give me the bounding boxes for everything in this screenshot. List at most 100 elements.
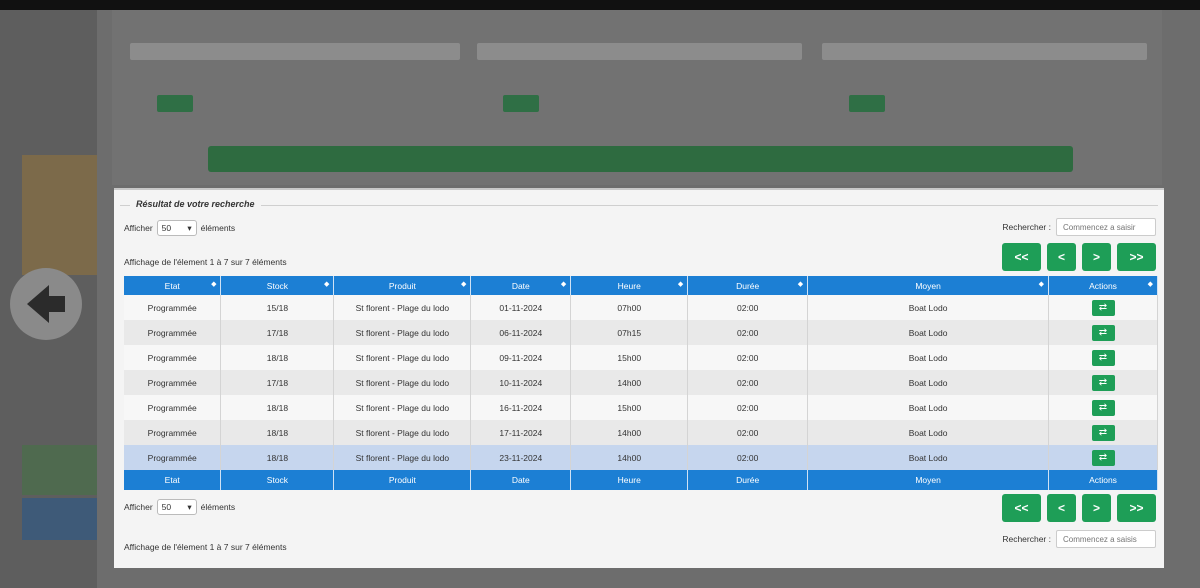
length-suffix: éléments	[200, 223, 236, 233]
column-header-duree[interactable]: Durée ◆	[687, 276, 809, 295]
table-info: Affichage de l'élement 1 à 7 sur 7 éléme…	[124, 257, 287, 267]
last-page-button[interactable]: >>	[1117, 494, 1156, 522]
column-footer-duree: Durée	[687, 470, 809, 490]
cell-actions: ⇄	[1048, 395, 1158, 420]
sort-icon: ◆	[677, 281, 684, 288]
cell-heure: 14h00	[570, 370, 689, 395]
page-length-select[interactable]: 50 ▾	[156, 499, 197, 515]
search-input[interactable]	[1056, 218, 1156, 236]
cell-etat: Programmée	[124, 395, 222, 420]
sort-icon: ◆	[1038, 281, 1044, 288]
cell-heure: 15h00	[570, 395, 689, 420]
search-label: Rechercher :	[1002, 534, 1051, 544]
next-page-button[interactable]: >	[1082, 494, 1111, 522]
cell-moyen: Boat Lodo	[807, 445, 1049, 470]
cell-etat: Programmée	[124, 420, 222, 445]
cell-actions: ⇄	[1048, 370, 1158, 395]
background-sidebar-panel	[22, 155, 97, 275]
cell-stock: 17/18	[220, 370, 335, 395]
column-header-stock[interactable]: Stock ◆	[220, 276, 335, 295]
column-footer-stock: Stock	[220, 470, 335, 490]
last-page-button[interactable]: >>	[1117, 243, 1156, 271]
background-field	[477, 43, 802, 60]
cell-produit: St florent - Plage du lodo	[333, 370, 472, 395]
back-button[interactable]	[10, 268, 82, 340]
page-length-value: 50	[161, 223, 172, 233]
column-footer-actions: Actions	[1048, 470, 1158, 490]
length-label: Afficher	[124, 223, 153, 233]
prev-page-button[interactable]: <	[1047, 243, 1076, 271]
table-row[interactable]: Programmée 18/18 St florent - Plage du l…	[124, 345, 1158, 370]
cell-etat: Programmée	[124, 345, 222, 370]
transfer-icon[interactable]: ⇄	[1091, 399, 1115, 416]
first-page-button[interactable]: <<	[1002, 494, 1041, 522]
table-row[interactable]: Programmée 17/18 St florent - Plage du l…	[124, 320, 1158, 345]
sort-icon: ◆	[797, 281, 804, 288]
table-row[interactable]: Programmée 15/18 St florent - Plage du l…	[124, 295, 1158, 320]
chevron-down-icon: ▾	[187, 501, 192, 512]
cell-stock: 18/18	[220, 395, 335, 420]
column-header-produit[interactable]: Produit ◆	[333, 276, 472, 295]
transfer-icon[interactable]: ⇄	[1091, 449, 1115, 466]
cell-actions: ⇄	[1048, 320, 1158, 345]
prev-page-button[interactable]: <	[1047, 494, 1076, 522]
cell-duree: 02:00	[687, 295, 809, 320]
cell-date: 06-11-2024	[470, 320, 572, 345]
table-row-selected[interactable]: Programmée 18/18 St florent - Plage du l…	[124, 445, 1158, 470]
column-footer-heure: Heure	[570, 470, 689, 490]
cell-date: 10-11-2024	[470, 370, 572, 395]
transfer-icon[interactable]: ⇄	[1091, 299, 1115, 316]
divider	[120, 205, 1158, 206]
first-page-button[interactable]: <<	[1002, 243, 1041, 271]
sort-icon: ◆	[324, 281, 330, 288]
table-row[interactable]: Programmée 17/18 St florent - Plage du l…	[124, 370, 1158, 395]
cell-produit: St florent - Plage du lodo	[333, 395, 472, 420]
cell-etat: Programmée	[124, 295, 222, 320]
column-header-actions[interactable]: Actions ◆	[1048, 276, 1158, 295]
pagination-bottom: << < > >>	[1002, 494, 1156, 522]
cell-heure: 07h15	[570, 320, 689, 345]
table-row[interactable]: Programmée 18/18 St florent - Plage du l…	[124, 395, 1158, 420]
cell-duree: 02:00	[687, 320, 809, 345]
cell-stock: 17/18	[220, 320, 335, 345]
sort-icon: ◆	[1147, 281, 1153, 288]
cell-produit: St florent - Plage du lodo	[333, 345, 472, 370]
cell-date: 17-11-2024	[470, 420, 572, 445]
next-page-button[interactable]: >	[1082, 243, 1111, 271]
cell-stock: 18/18	[220, 445, 335, 470]
cell-heure: 14h00	[570, 445, 689, 470]
cell-etat: Programmée	[124, 370, 222, 395]
cell-date: 23-11-2024	[470, 445, 572, 470]
background-button	[849, 95, 885, 112]
search-label: Rechercher :	[1002, 222, 1051, 232]
cell-stock: 18/18	[220, 420, 335, 445]
pagination-top: << < > >>	[1002, 243, 1156, 271]
page-length-value: 50	[161, 502, 172, 512]
column-footer-etat: Etat	[124, 470, 222, 490]
background-button	[503, 95, 539, 112]
cell-duree: 02:00	[687, 420, 809, 445]
page-length-select[interactable]: 50 ▾	[156, 220, 197, 236]
column-header-heure[interactable]: Heure ◆	[570, 276, 689, 295]
cell-duree: 02:00	[687, 445, 809, 470]
transfer-icon[interactable]: ⇄	[1091, 324, 1115, 341]
transfer-icon[interactable]: ⇄	[1091, 374, 1115, 391]
transfer-icon[interactable]: ⇄	[1091, 424, 1115, 441]
table-search-bottom: Rechercher :	[1002, 530, 1156, 548]
cell-date: 01-11-2024	[470, 295, 572, 320]
cell-date: 16-11-2024	[470, 395, 572, 420]
cell-etat: Programmée	[124, 445, 222, 470]
table-header-row: Etat ◆ Stock ◆ Produit ◆ Date ◆ Heure ◆ Durée…	[124, 276, 1158, 295]
table-row[interactable]: Programmée 18/18 St florent - Plage du l…	[124, 420, 1158, 445]
sort-icon: ◆	[560, 281, 567, 288]
length-suffix: éléments	[200, 502, 236, 512]
column-header-date[interactable]: Date ◆	[470, 276, 572, 295]
chevron-down-icon: ▾	[187, 222, 192, 233]
window-top-bar	[0, 0, 1200, 10]
table-footer-row: Etat Stock Produit Date Heure Durée Moye…	[124, 470, 1158, 490]
column-header-moyen[interactable]: Moyen ◆	[807, 276, 1049, 295]
transfer-icon[interactable]: ⇄	[1091, 349, 1115, 366]
column-header-etat[interactable]: Etat ◆	[124, 276, 222, 295]
results-table: Etat ◆ Stock ◆ Produit ◆ Date ◆ Heure ◆ Durée…	[124, 276, 1158, 490]
search-input[interactable]	[1056, 530, 1156, 548]
